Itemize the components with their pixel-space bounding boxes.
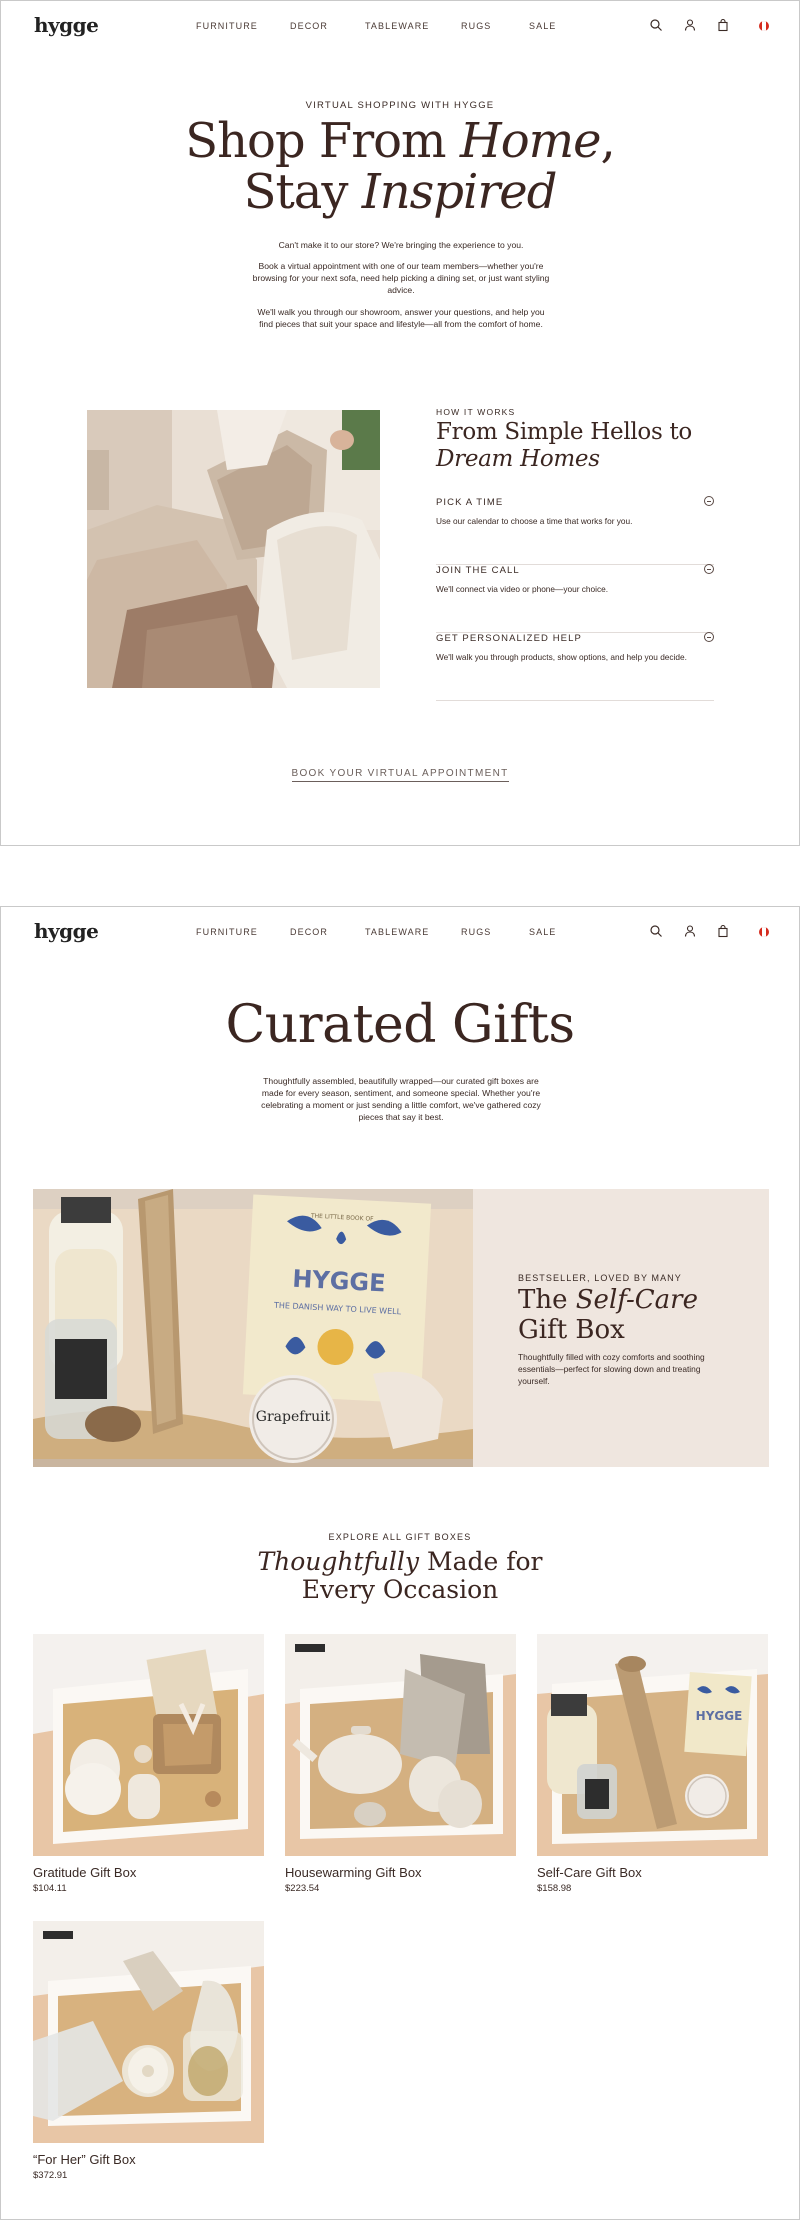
product-price: $158.98 [537,1883,572,1894]
search-icon[interactable] [649,18,663,32]
banner-eyebrow: BESTSELLER, LOVED BY MANY [518,1273,682,1283]
product-price: $223.54 [285,1883,320,1894]
nav-furniture[interactable]: FURNITURE [196,927,258,937]
virtual-intro-1: Can't make it to our store? We're bringi… [278,240,524,250]
product-name[interactable]: Self-Care Gift Box [537,1865,642,1880]
product-image[interactable] [33,1634,264,1856]
curated-gifts-page: hygge FURNITURE DECOR TABLEWARE RUGS SAL… [0,906,800,2220]
how-it-works-title: From Simple Hellos to Dream Homes [436,419,692,472]
product-name[interactable]: “For Her” Gift Box [33,2152,136,2167]
nav-sale[interactable]: SALE [529,21,556,31]
step-desc: We'll connect via video or phone—your ch… [436,584,609,594]
banner-desc: Thoughtfully filled with cozy comforts a… [518,1352,705,1386]
collapse-icon[interactable] [704,564,714,574]
candle-label: Grapefruit [256,1409,331,1425]
nav-rugs[interactable]: RUGS [461,21,491,31]
nav-tableware[interactable]: TABLEWARE [365,927,429,937]
explore-eyebrow: EXPLORE ALL GIFT BOXES [328,1532,472,1542]
collapse-icon[interactable] [704,632,714,642]
bag-icon[interactable] [716,18,730,32]
self-care-box-photo: THE LITTLE BOOK OF HYGGE THE DANISH WAY … [33,1189,493,1467]
step-desc: We'll walk you through products, show op… [436,652,687,662]
header-icons [649,924,769,940]
nav-decor[interactable]: DECOR [290,927,328,937]
nav-furniture[interactable]: FURNITURE [196,21,258,31]
gifts-title: Curated Gifts [225,995,575,1055]
search-icon[interactable] [649,924,663,938]
book-appointment-link-wrap: BOOK YOUR VIRTUAL APPOINTMENT [1,763,799,782]
nav-tableware[interactable]: TABLEWARE [365,21,429,31]
book-label-2: HYGGE [292,1265,387,1298]
canada-flag-icon[interactable] [759,927,769,937]
step-get-personalized-help[interactable]: GET PERSONALIZED HELP We'll walk you thr… [436,632,714,701]
product-price: $372.91 [33,2170,68,2181]
canada-flag-icon[interactable] [759,21,769,31]
nav-sale[interactable]: SALE [529,927,556,937]
account-icon[interactable] [683,18,697,32]
bag-icon[interactable] [716,924,730,938]
site-header: hygge FURNITURE DECOR TABLEWARE RUGS SAL… [1,907,799,959]
step-desc: Use our calendar to choose a time that w… [436,516,633,526]
explore-title: Thoughtfully Made for Every Occasion [257,1547,543,1604]
virtual-title: Shop From Home, Stay Inspired [185,113,616,220]
virtual-shopping-page: hygge FURNITURE DECOR TABLEWARE RUGS SAL… [0,0,800,846]
book-appointment-link[interactable]: BOOK YOUR VIRTUAL APPOINTMENT [291,768,509,782]
step-join-the-call[interactable]: JOIN THE CALL We'll connect via video or… [436,564,714,633]
product-image[interactable] [285,1634,516,1856]
gifts-intro: Thoughtfully assembled, beautifully wrap… [261,1076,541,1122]
product-image[interactable]: HYGGE [537,1634,768,1856]
product-image[interactable] [33,1921,264,2143]
product-name[interactable]: Gratitude Gift Box [33,1865,136,1880]
product-name[interactable]: Housewarming Gift Box [285,1865,422,1880]
step-title: PICK A TIME [436,497,504,508]
self-care-banner[interactable]: THE LITTLE BOOK OF HYGGE THE DANISH WAY … [33,1189,769,1467]
product-price: $104.11 [33,1883,67,1894]
nav-rugs[interactable]: RUGS [461,927,491,937]
sofa-photo [87,410,380,688]
step-title: JOIN THE CALL [436,565,520,576]
virtual-eyebrow: VIRTUAL SHOPPING WITH HYGGE [305,100,495,111]
site-header: hygge FURNITURE DECOR TABLEWARE RUGS SAL… [1,1,799,53]
virtual-intro-2: Book a virtual appointment with one of o… [252,261,550,295]
step-title: GET PERSONALIZED HELP [436,633,582,644]
how-it-works-eyebrow: HOW IT WORKS [436,407,516,417]
virtual-intro-3: We'll walk you through our showroom, ans… [257,307,545,329]
step-pick-a-time[interactable]: PICK A TIME Use our calendar to choose a… [436,496,714,565]
account-icon[interactable] [683,924,697,938]
header-icons [649,18,769,34]
book-label-2: HYGGE [696,1709,743,1723]
banner-title[interactable]: The Self-Care Gift Box [518,1285,698,1345]
collapse-icon[interactable] [704,496,714,506]
nav-decor[interactable]: DECOR [290,21,328,31]
